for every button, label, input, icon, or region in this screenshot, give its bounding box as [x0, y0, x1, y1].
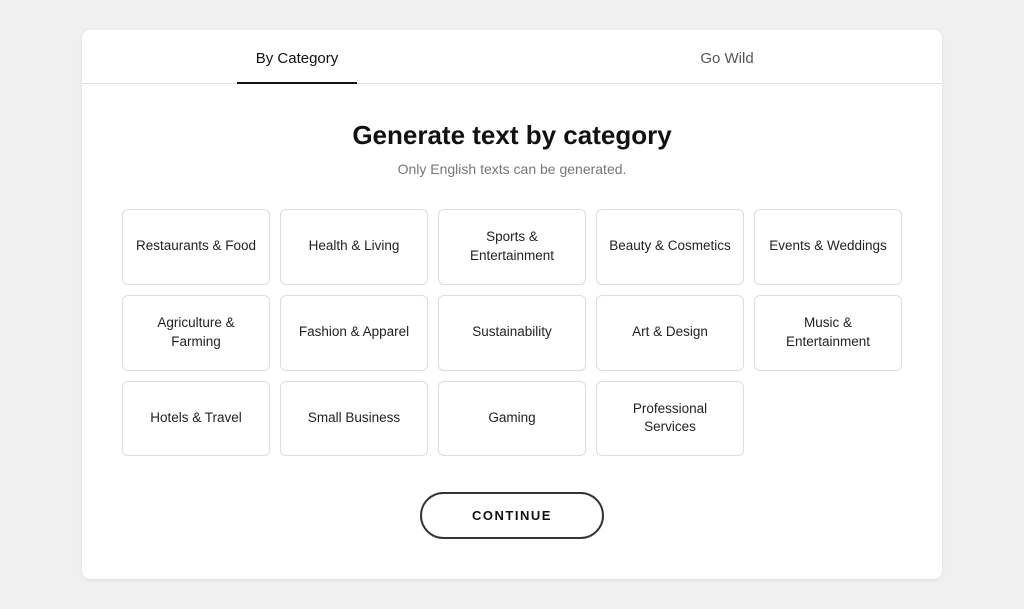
category-small-business[interactable]: Small Business	[280, 381, 428, 457]
tab-bar: By Category Go Wild	[82, 30, 942, 84]
continue-button-wrapper: CONTINUE	[122, 492, 902, 539]
category-health-living[interactable]: Health & Living	[280, 209, 428, 285]
tab-by-category[interactable]: By Category	[82, 30, 512, 83]
category-sustainability[interactable]: Sustainability	[438, 295, 586, 371]
category-fashion-apparel[interactable]: Fashion & Apparel	[280, 295, 428, 371]
category-empty	[754, 381, 902, 457]
category-restaurants-food[interactable]: Restaurants & Food	[122, 209, 270, 285]
category-hotels-travel[interactable]: Hotels & Travel	[122, 381, 270, 457]
category-grid: Restaurants & Food Health & Living Sport…	[122, 209, 902, 456]
category-agriculture-farming[interactable]: Agriculture & Farming	[122, 295, 270, 371]
category-beauty-cosmetics[interactable]: Beauty & Cosmetics	[596, 209, 744, 285]
tab-go-wild[interactable]: Go Wild	[512, 30, 942, 83]
category-events-weddings[interactable]: Events & Weddings	[754, 209, 902, 285]
category-professional-services[interactable]: Professional Services	[596, 381, 744, 457]
category-music-entertainment[interactable]: Music & Entertainment	[754, 295, 902, 371]
main-card: By Category Go Wild Generate text by cat…	[82, 30, 942, 579]
category-sports-entertainment[interactable]: Sports & Entertainment	[438, 209, 586, 285]
page-title: Generate text by category	[122, 120, 902, 151]
category-art-design[interactable]: Art & Design	[596, 295, 744, 371]
category-gaming[interactable]: Gaming	[438, 381, 586, 457]
subtitle: Only English texts can be generated.	[122, 161, 902, 177]
page-content: Generate text by category Only English t…	[82, 120, 942, 539]
continue-button[interactable]: CONTINUE	[420, 492, 604, 539]
